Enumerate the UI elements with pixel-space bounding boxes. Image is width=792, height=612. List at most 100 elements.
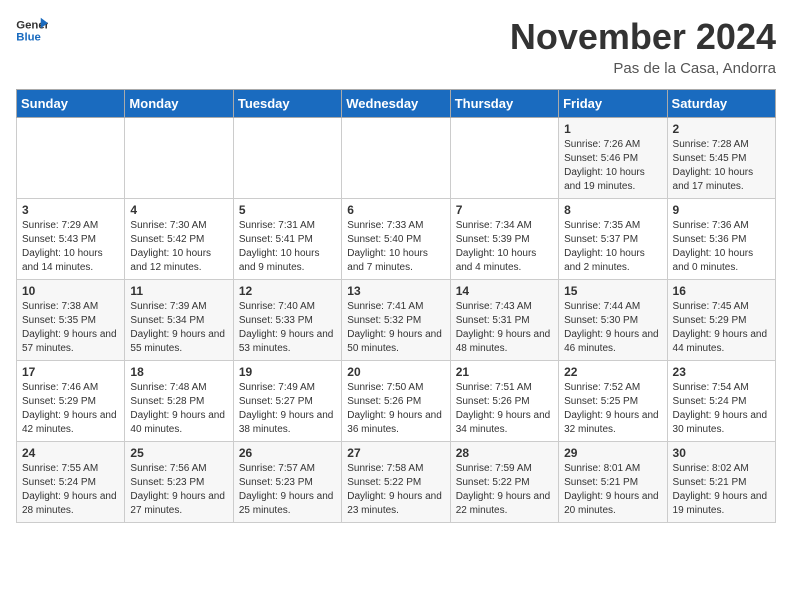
- day-number: 27: [347, 446, 444, 460]
- calendar-day-cell: 15 Sunrise: 7:44 AM Sunset: 5:30 PM Dayli…: [559, 280, 667, 361]
- calendar-day-cell: 1 Sunrise: 7:26 AM Sunset: 5:46 PM Daylig…: [559, 118, 667, 199]
- weekday-header-monday: Monday: [125, 90, 233, 118]
- day-number: 3: [22, 203, 119, 217]
- calendar-table: SundayMondayTuesdayWednesdayThursdayFrid…: [16, 89, 776, 523]
- calendar-day-cell: 22Sunrise: 7:52 AM Sunset: 5:25 PM Dayli…: [559, 361, 667, 442]
- day-number: 20: [347, 365, 444, 379]
- calendar-body: 1 Sunrise: 7:26 AM Sunset: 5:46 PM Daylig…: [17, 118, 776, 523]
- empty-cell: [125, 118, 233, 199]
- day-number: 16: [673, 284, 770, 298]
- month-title: November 2024: [510, 16, 776, 58]
- weekday-header-wednesday: Wednesday: [342, 90, 450, 118]
- calendar-day-cell: 26 Sunrise: 7:57 AM Sunset: 5:23 PM Dayli…: [233, 442, 341, 523]
- day-number: 19: [239, 365, 336, 379]
- day-number: 2: [673, 122, 770, 136]
- calendar-day-cell: 21 Sunrise: 7:51 AM Sunset: 5:26 PM Dayli…: [450, 361, 558, 442]
- day-info: Sunrise: 7:54 AM Sunset: 5:24 PM Dayligh…: [673, 381, 770, 437]
- empty-cell: [342, 118, 450, 199]
- day-number: 6: [347, 203, 444, 217]
- day-info: Sunrise: 8:01 AM Sunset: 5:21 PM Dayligh…: [564, 462, 661, 518]
- logo-icon: General Blue: [16, 16, 48, 44]
- calendar-day-cell: 10 Sunrise: 7:38 AM Sunset: 5:35 PM Dayli…: [17, 280, 125, 361]
- calendar-day-cell: 19 Sunrise: 7:49 AM Sunset: 5:27 PM Dayli…: [233, 361, 341, 442]
- day-number: 30: [673, 446, 770, 460]
- day-info: Sunrise: 7:56 AM Sunset: 5:23 PM Dayligh…: [130, 462, 227, 518]
- day-number: 18: [130, 365, 227, 379]
- calendar-day-cell: 17 Sunrise: 7:46 AM Sunset: 5:29 PM Dayli…: [17, 361, 125, 442]
- calendar-day-cell: 8Sunrise: 7:35 AM Sunset: 5:37 PM Daylig…: [559, 199, 667, 280]
- day-number: 1: [564, 122, 661, 136]
- day-info: Sunrise: 7:45 AM Sunset: 5:29 PM Dayligh…: [673, 300, 770, 356]
- calendar-day-cell: 9 Sunrise: 7:36 AM Sunset: 5:36 PM Daylig…: [667, 199, 775, 280]
- day-number: 29: [564, 446, 661, 460]
- day-number: 7: [456, 203, 553, 217]
- day-info: Sunrise: 7:38 AM Sunset: 5:35 PM Dayligh…: [22, 300, 119, 356]
- day-number: 26: [239, 446, 336, 460]
- svg-text:Blue: Blue: [16, 32, 41, 44]
- calendar-day-cell: 13Sunrise: 7:41 AM Sunset: 5:32 PM Dayli…: [342, 280, 450, 361]
- day-info: Sunrise: 7:48 AM Sunset: 5:28 PM Dayligh…: [130, 381, 227, 437]
- day-info: Sunrise: 7:58 AM Sunset: 5:22 PM Dayligh…: [347, 462, 444, 518]
- calendar-day-cell: 18 Sunrise: 7:48 AM Sunset: 5:28 PM Dayli…: [125, 361, 233, 442]
- day-info: Sunrise: 7:46 AM Sunset: 5:29 PM Dayligh…: [22, 381, 119, 437]
- day-number: 10: [22, 284, 119, 298]
- day-info: Sunrise: 7:30 AM Sunset: 5:42 PM Dayligh…: [130, 219, 227, 275]
- calendar-day-cell: 20 Sunrise: 7:50 AM Sunset: 5:26 PM Dayli…: [342, 361, 450, 442]
- day-number: 15: [564, 284, 661, 298]
- calendar-day-cell: 3Sunrise: 7:29 AM Sunset: 5:43 PM Daylig…: [17, 199, 125, 280]
- day-number: 8: [564, 203, 661, 217]
- calendar-day-cell: 27 Sunrise: 7:58 AM Sunset: 5:22 PM Dayli…: [342, 442, 450, 523]
- day-info: Sunrise: 7:51 AM Sunset: 5:26 PM Dayligh…: [456, 381, 553, 437]
- calendar-day-cell: 24 Sunrise: 7:55 AM Sunset: 5:24 PM Dayli…: [17, 442, 125, 523]
- calendar-day-cell: 30 Sunrise: 8:02 AM Sunset: 5:21 PM Dayli…: [667, 442, 775, 523]
- day-info: Sunrise: 7:50 AM Sunset: 5:26 PM Dayligh…: [347, 381, 444, 437]
- calendar-week-row: 3Sunrise: 7:29 AM Sunset: 5:43 PM Daylig…: [17, 199, 776, 280]
- weekday-header-saturday: Saturday: [667, 90, 775, 118]
- day-number: 17: [22, 365, 119, 379]
- day-number: 11: [130, 284, 227, 298]
- calendar-week-row: 24 Sunrise: 7:55 AM Sunset: 5:24 PM Dayli…: [17, 442, 776, 523]
- calendar-day-cell: 25 Sunrise: 7:56 AM Sunset: 5:23 PM Dayli…: [125, 442, 233, 523]
- day-info: Sunrise: 7:34 AM Sunset: 5:39 PM Dayligh…: [456, 219, 553, 275]
- calendar-week-row: 10 Sunrise: 7:38 AM Sunset: 5:35 PM Dayli…: [17, 280, 776, 361]
- day-info: Sunrise: 7:57 AM Sunset: 5:23 PM Dayligh…: [239, 462, 336, 518]
- calendar-day-cell: 14Sunrise: 7:43 AM Sunset: 5:31 PM Dayli…: [450, 280, 558, 361]
- calendar-day-cell: 7 Sunrise: 7:34 AM Sunset: 5:39 PM Daylig…: [450, 199, 558, 280]
- day-info: Sunrise: 8:02 AM Sunset: 5:21 PM Dayligh…: [673, 462, 770, 518]
- day-info: Sunrise: 7:55 AM Sunset: 5:24 PM Dayligh…: [22, 462, 119, 518]
- weekday-header-tuesday: Tuesday: [233, 90, 341, 118]
- calendar-day-cell: 28 Sunrise: 7:59 AM Sunset: 5:22 PM Dayli…: [450, 442, 558, 523]
- day-info: Sunrise: 7:26 AM Sunset: 5:46 PM Dayligh…: [564, 138, 661, 194]
- day-number: 21: [456, 365, 553, 379]
- day-info: Sunrise: 7:49 AM Sunset: 5:27 PM Dayligh…: [239, 381, 336, 437]
- calendar-week-row: 1 Sunrise: 7:26 AM Sunset: 5:46 PM Daylig…: [17, 118, 776, 199]
- day-number: 9: [673, 203, 770, 217]
- day-info: Sunrise: 7:44 AM Sunset: 5:30 PM Dayligh…: [564, 300, 661, 356]
- logo: General Blue General: [16, 16, 50, 44]
- day-number: 4: [130, 203, 227, 217]
- calendar-day-cell: 5Sunrise: 7:31 AM Sunset: 5:41 PM Daylig…: [233, 199, 341, 280]
- subtitle: Pas de la Casa, Andorra: [510, 60, 776, 77]
- day-number: 28: [456, 446, 553, 460]
- weekday-header-sunday: Sunday: [17, 90, 125, 118]
- calendar-day-cell: 11 Sunrise: 7:39 AM Sunset: 5:34 PM Dayli…: [125, 280, 233, 361]
- calendar-day-cell: 4 Sunrise: 7:30 AM Sunset: 5:42 PM Daylig…: [125, 199, 233, 280]
- day-info: Sunrise: 7:31 AM Sunset: 5:41 PM Dayligh…: [239, 219, 336, 275]
- day-info: Sunrise: 7:40 AM Sunset: 5:33 PM Dayligh…: [239, 300, 336, 356]
- weekday-header-friday: Friday: [559, 90, 667, 118]
- calendar-day-cell: 2Sunrise: 7:28 AM Sunset: 5:45 PM Daylig…: [667, 118, 775, 199]
- empty-cell: [450, 118, 558, 199]
- day-info: Sunrise: 7:41 AM Sunset: 5:32 PM Dayligh…: [347, 300, 444, 356]
- day-info: Sunrise: 7:43 AM Sunset: 5:31 PM Dayligh…: [456, 300, 553, 356]
- weekday-header-row: SundayMondayTuesdayWednesdayThursdayFrid…: [17, 90, 776, 118]
- day-info: Sunrise: 7:39 AM Sunset: 5:34 PM Dayligh…: [130, 300, 227, 356]
- weekday-header-thursday: Thursday: [450, 90, 558, 118]
- day-info: Sunrise: 7:52 AM Sunset: 5:25 PM Dayligh…: [564, 381, 661, 437]
- day-number: 24: [22, 446, 119, 460]
- day-number: 25: [130, 446, 227, 460]
- day-info: Sunrise: 7:59 AM Sunset: 5:22 PM Dayligh…: [456, 462, 553, 518]
- day-number: 12: [239, 284, 336, 298]
- calendar-day-cell: 12 Sunrise: 7:40 AM Sunset: 5:33 PM Dayli…: [233, 280, 341, 361]
- day-info: Sunrise: 7:33 AM Sunset: 5:40 PM Dayligh…: [347, 219, 444, 275]
- day-info: Sunrise: 7:36 AM Sunset: 5:36 PM Dayligh…: [673, 219, 770, 275]
